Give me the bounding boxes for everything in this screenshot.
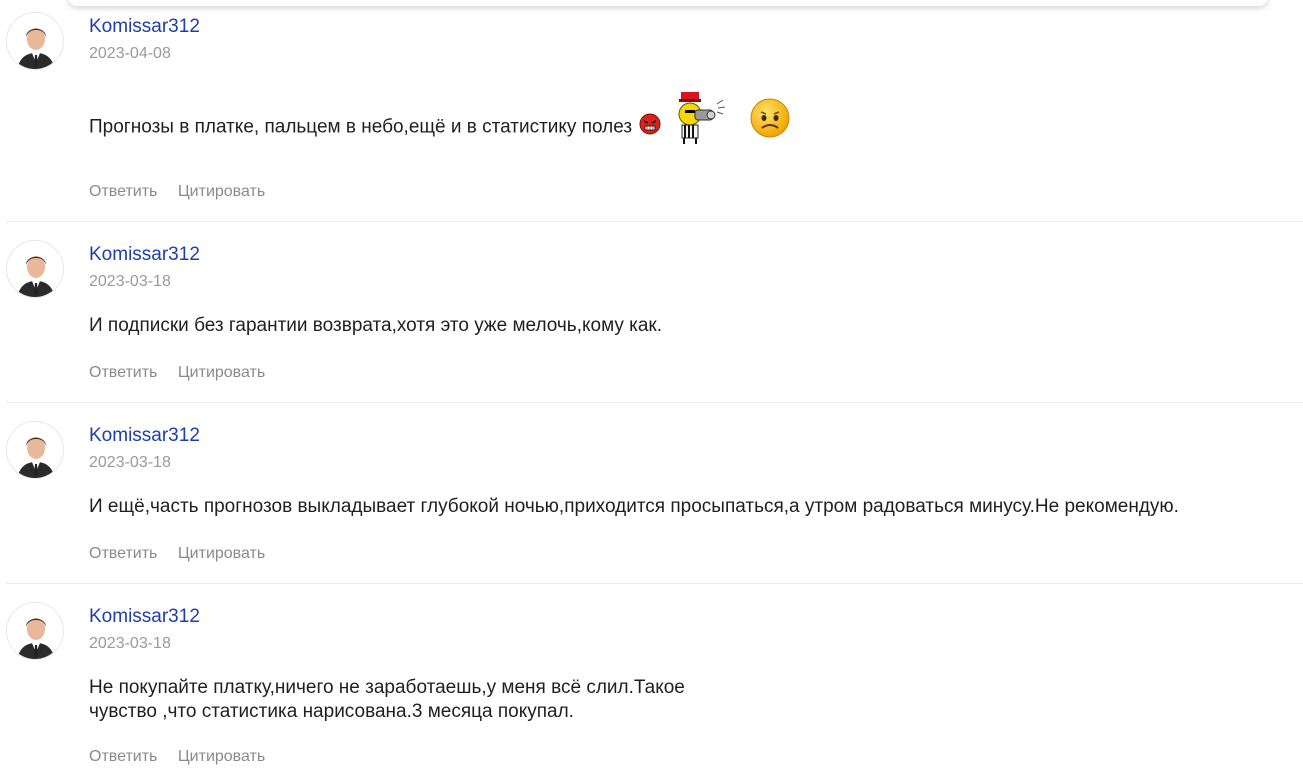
- comment-author-link[interactable]: Komissar312: [89, 244, 200, 266]
- comment-actions: Ответить Цитировать: [89, 545, 281, 563]
- quote-button[interactable]: Цитировать: [178, 364, 265, 381]
- comment-text: Не покупайте платку,ничего не заработаеш…: [89, 676, 685, 724]
- comment-item: Komissar312 2023-03-18 И ещё,часть прогн…: [6, 421, 1303, 584]
- comment-text: Прогнозы в платке, пальцем в небо,ещё и …: [89, 92, 790, 159]
- comment-actions: Ответить Цитировать: [89, 183, 281, 201]
- comment-actions: Ответить Цитировать: [89, 748, 281, 766]
- comment-date: 2023-03-18: [89, 635, 171, 652]
- comment-item: Komissar312 2023-03-18 Не покупайте плат…: [6, 602, 1303, 781]
- comment-author-link[interactable]: Komissar312: [89, 425, 200, 447]
- comment-text-body: Прогнозы в платке, пальцем в небо,ещё и …: [89, 116, 633, 138]
- comment-item: Komissar312 2023-04-08 Прогнозы в платке…: [6, 12, 1303, 222]
- user-avatar-icon: [7, 241, 63, 297]
- comment-author-link[interactable]: Komissar312: [89, 16, 200, 38]
- avatar[interactable]: [6, 602, 64, 660]
- comment-item: Komissar312 2023-03-18 И подписки без га…: [6, 240, 1303, 403]
- comment-date: 2023-03-18: [89, 273, 171, 290]
- reply-button[interactable]: Ответить: [89, 748, 157, 765]
- comment-text-line: чувство ,что статистика нарисована.3 мес…: [89, 701, 574, 722]
- reply-button[interactable]: Ответить: [89, 364, 157, 381]
- comment-text: И подписки без гарантии возврата,хотя эт…: [89, 315, 663, 336]
- reply-button[interactable]: Ответить: [89, 545, 157, 562]
- comment-date: 2023-04-08: [89, 45, 171, 62]
- policeman-whistle-smiley-icon: [671, 90, 729, 153]
- quote-button[interactable]: Цитировать: [178, 748, 265, 765]
- user-avatar-icon: [7, 422, 63, 478]
- avatar[interactable]: [6, 240, 64, 298]
- avatar[interactable]: [6, 12, 64, 70]
- sad-smiley-icon: [750, 98, 790, 145]
- avatar[interactable]: [6, 421, 64, 479]
- angry-red-smiley-icon: [639, 113, 661, 142]
- comment-actions: Ответить Цитировать: [89, 364, 281, 382]
- quote-button[interactable]: Цитировать: [178, 183, 265, 200]
- quote-button[interactable]: Цитировать: [178, 545, 265, 562]
- top-panel-edge: [68, 0, 1268, 6]
- reply-button[interactable]: Ответить: [89, 183, 157, 200]
- comment-text: И ещё,часть прогнозов выкладывает глубок…: [89, 496, 1179, 517]
- comment-date: 2023-03-18: [89, 454, 171, 471]
- comment-author-link[interactable]: Komissar312: [89, 606, 200, 628]
- user-avatar-icon: [7, 13, 63, 69]
- user-avatar-icon: [7, 603, 63, 659]
- comment-text-line: Не покупайте платку,ничего не заработаеш…: [89, 677, 685, 698]
